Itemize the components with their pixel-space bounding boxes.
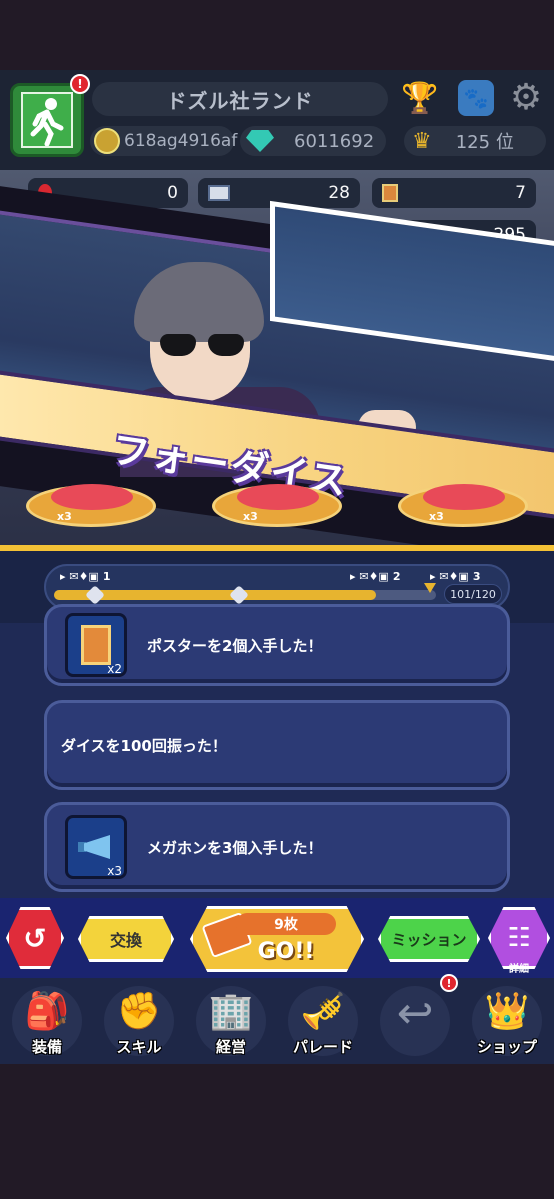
gem-icon: [246, 130, 274, 152]
status-bar-area: [0, 0, 554, 70]
pad-label: x3: [429, 510, 444, 523]
nav-equip[interactable]: 🎒 装備: [4, 982, 90, 1062]
nav-skill[interactable]: ✊ スキル: [96, 982, 182, 1062]
progress-count: 101/120: [444, 584, 502, 604]
board-pad: x3: [212, 484, 342, 527]
coin-value: 618ag4916af: [124, 131, 238, 151]
item-quantity: x2: [107, 662, 122, 676]
nav-label: ショップ: [476, 1038, 537, 1056]
pad-label: x3: [243, 510, 258, 523]
nav-parade[interactable]: 🎺 パレード: [280, 982, 366, 1062]
list-item: x3 メガホンを3個入手した！: [44, 802, 510, 892]
milestone-1[interactable]: ▸ ✉♦▣ 1: [60, 568, 110, 584]
mission-text: メガホンを3個入手した！: [147, 838, 323, 857]
bottom-spacer: [0, 1064, 554, 1199]
megaphone-icon: x3: [65, 815, 127, 879]
ticket-count: 28: [328, 183, 350, 203]
detail-label: 詳細: [509, 964, 529, 975]
progress-pointer: [424, 583, 436, 593]
return-arrow-icon: ↩: [396, 988, 434, 1039]
mission-text: ポスターを2個入手した！: [147, 636, 323, 655]
list-item: ダイスを100回振った！: [44, 700, 510, 790]
land-name: ドズル社ランド: [92, 82, 388, 116]
board-pad: x3: [26, 484, 156, 527]
document-search-icon: ☷: [507, 923, 531, 953]
exchange-button[interactable]: 交換: [78, 916, 174, 962]
nav-label: スキル: [116, 1038, 162, 1056]
gem-value: 6011692: [294, 130, 375, 152]
shop-character-icon: 👑: [484, 991, 530, 1032]
crown-icon: ♛: [412, 128, 432, 154]
item-quantity: x3: [107, 864, 122, 878]
building-icon: 🏢: [208, 991, 254, 1032]
coin-icon: [94, 128, 120, 154]
pad-label: x3: [57, 510, 72, 523]
milestone-3[interactable]: ▸ ✉♦▣ 3: [430, 568, 480, 584]
mission-text: ダイスを100回振った！: [61, 736, 227, 755]
poster-counter: 7: [372, 178, 536, 208]
backpack-icon: 🎒: [24, 991, 70, 1032]
balloon-count: 0: [167, 183, 178, 203]
return-arrow-icon: ↺: [23, 921, 47, 955]
exit-button[interactable]: [10, 83, 84, 157]
exit-alert-badge: !: [70, 74, 90, 94]
mission-button[interactable]: ミッション: [378, 916, 480, 962]
rank-value: 125 位: [455, 132, 514, 153]
gear-icon[interactable]: ⚙: [506, 77, 546, 118]
trumpet-icon: 🎺: [300, 991, 346, 1032]
list-item: x2 ポスターを2個入手した！: [44, 604, 510, 686]
rank-display[interactable]: ♛ 125 位: [404, 126, 546, 156]
nav-label: パレード: [292, 1038, 353, 1056]
shop-alert-badge: !: [440, 974, 458, 992]
milestone-2[interactable]: ▸ ✉♦▣ 2: [350, 568, 400, 584]
nav-manage[interactable]: 🏢 経営: [188, 982, 274, 1062]
gallery-icon[interactable]: 🐾: [458, 80, 494, 116]
trophy-icon[interactable]: 🏆: [400, 78, 440, 118]
nav-return[interactable]: ↩: [372, 982, 458, 1062]
nav-shop[interactable]: 👑 ショップ: [464, 982, 550, 1062]
poster-count: 7: [515, 183, 526, 203]
board-pad: x3: [398, 484, 528, 527]
nav-label: 経営: [215, 1038, 246, 1056]
fist-icon: ✊: [116, 991, 162, 1032]
poster-icon: x2: [65, 613, 127, 677]
poster-icon: [382, 184, 398, 202]
ticket-icon: [208, 185, 230, 201]
sunglasses: [160, 334, 250, 358]
gem-counter: 6011692: [240, 126, 386, 156]
go-ticket-count: 9枚: [236, 913, 336, 935]
exit-icon: [21, 92, 73, 148]
nav-label: 装備: [31, 1038, 62, 1056]
go-label[interactable]: GO!!: [236, 936, 336, 966]
coin-counter: 618ag4916af: [90, 126, 238, 156]
